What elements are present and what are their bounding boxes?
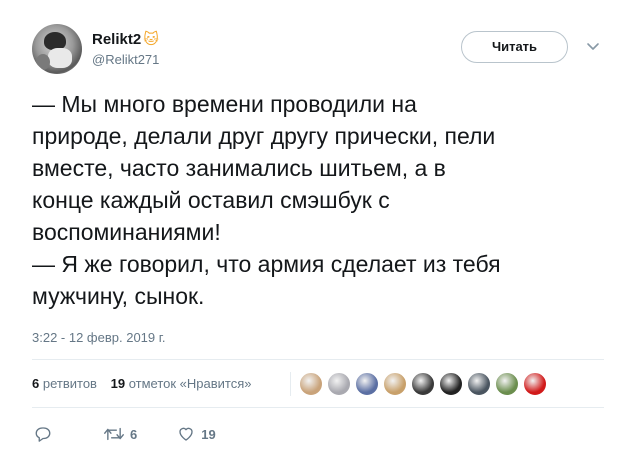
like-count: 19: [201, 426, 216, 442]
like-button[interactable]: 19: [177, 425, 216, 443]
liker-avatar-5[interactable]: [411, 372, 435, 396]
retweet-icon: [104, 427, 124, 441]
retweets-count: 6: [32, 376, 40, 391]
tweet-actions: 6 19: [34, 425, 216, 443]
avatar-detail: [36, 54, 50, 70]
divider: [32, 407, 604, 408]
reply-button[interactable]: [34, 425, 52, 443]
likes-count: 19: [110, 376, 126, 391]
liker-avatar-8[interactable]: [495, 372, 519, 396]
liker-avatar-1[interactable]: [299, 372, 323, 396]
avatar-detail: [48, 48, 72, 68]
likes-stat[interactable]: 19 отметок «Нравится»: [111, 376, 252, 391]
retweet-button[interactable]: 6: [104, 425, 137, 443]
tweet-timestamp[interactable]: 3:22 - 12 февр. 2019 г.: [32, 330, 166, 345]
liker-avatar-4[interactable]: [383, 372, 407, 396]
retweets-stat[interactable]: 6 ретвитов: [32, 376, 97, 391]
retweet-count: 6: [130, 426, 138, 442]
liker-avatar-3[interactable]: [355, 372, 379, 396]
follow-button[interactable]: Читать: [461, 31, 568, 63]
liker-avatar-9[interactable]: [523, 372, 547, 396]
cat-emoji-icon: 🐱: [143, 31, 159, 48]
user-name-text: Relikt2: [92, 31, 142, 48]
liker-avatar-6[interactable]: [439, 372, 463, 396]
user-name[interactable]: Relikt2 🐱: [92, 30, 159, 48]
retweets-label: ретвитов: [42, 376, 97, 391]
likers-avatars: [290, 372, 551, 396]
tweet-stats: 6 ретвитов 19 отметок «Нравится»: [32, 376, 261, 391]
likes-label: отметок «Нравится»: [128, 376, 252, 391]
divider: [32, 359, 604, 360]
tweet-text: — Мы много времени проводили на природе,…: [32, 91, 501, 309]
chevron-down-icon[interactable]: [586, 40, 600, 54]
user-handle[interactable]: @Relikt271: [92, 52, 159, 67]
heart-icon: [179, 427, 193, 441]
user-avatar[interactable]: [32, 24, 82, 74]
liker-avatar-2[interactable]: [327, 372, 351, 396]
liker-avatar-7[interactable]: [467, 372, 491, 396]
reply-icon: [35, 427, 51, 442]
